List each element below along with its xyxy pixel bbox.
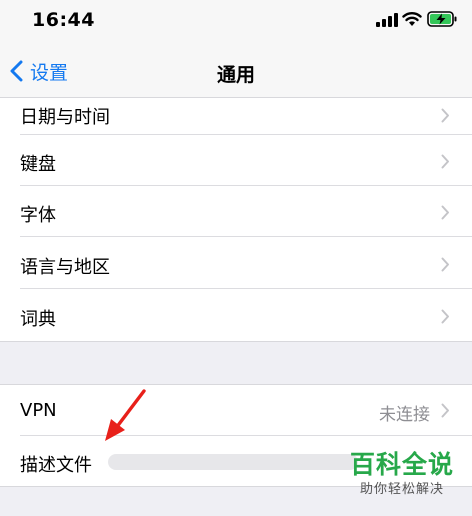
settings-row-keyboard[interactable]: 键盘 — [0, 135, 472, 186]
row-label: 描述文件 — [20, 455, 92, 476]
row-label: 字体 — [20, 205, 56, 226]
row-label: 语言与地区 — [20, 257, 110, 278]
settings-group-general: 日期与时间 键盘 字体 语言与地区 词典 — [0, 98, 472, 342]
cellular-signal-icon — [376, 13, 398, 27]
chevron-right-icon — [441, 108, 449, 123]
chevron-right-icon — [441, 205, 449, 220]
status-time: 16:44 — [32, 9, 95, 31]
row-label: 词典 — [20, 309, 56, 330]
annotation-arrow-icon — [105, 389, 146, 441]
watermark-logo: 百科全说 助你轻松解决 — [342, 450, 462, 510]
profile-value-redacted — [108, 454, 358, 470]
row-label: VPN — [20, 400, 57, 421]
settings-row-vpn[interactable]: VPN 未连接 — [0, 385, 472, 436]
settings-row-date-time[interactable]: 日期与时间 — [0, 98, 472, 135]
vpn-status-value: 未连接 — [379, 405, 430, 425]
settings-row-language-region[interactable]: 语言与地区 — [0, 237, 472, 289]
settings-row-dictionary[interactable]: 词典 — [0, 289, 472, 341]
row-label: 键盘 — [20, 154, 56, 175]
chevron-right-icon — [441, 257, 449, 272]
watermark-subtitle: 助你轻松解决 — [359, 482, 444, 497]
settings-row-fonts[interactable]: 字体 — [0, 186, 472, 237]
wifi-icon — [402, 12, 422, 26]
chevron-right-icon — [441, 403, 449, 418]
navigation-bar: 设置 通用 — [0, 44, 472, 98]
row-label: 日期与时间 — [20, 107, 110, 128]
page-title: 通用 — [216, 64, 255, 86]
chevron-right-icon — [441, 154, 449, 169]
watermark-title: 百科全说 — [349, 450, 454, 479]
chevron-right-icon — [441, 309, 449, 324]
status-bar: 16:44 — [0, 0, 472, 44]
battery-charging-icon — [427, 11, 457, 27]
